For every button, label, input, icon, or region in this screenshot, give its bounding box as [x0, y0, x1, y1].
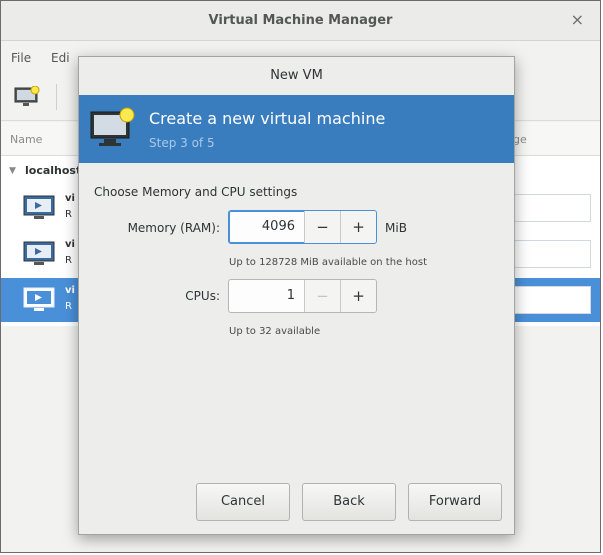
- new-vm-button[interactable]: [14, 85, 40, 108]
- cpus-label: CPUs:: [185, 289, 220, 303]
- cpu-usage-graph: [511, 286, 591, 314]
- cancel-button[interactable]: Cancel: [196, 483, 290, 521]
- main-titlebar[interactable]: Virtual Machine Manager ×: [1, 1, 600, 41]
- vm-name: vi: [65, 239, 75, 250]
- memory-value[interactable]: 4096: [229, 211, 304, 243]
- memory-spinbutton[interactable]: 4096 − +: [228, 210, 377, 244]
- vm-state: R: [65, 255, 72, 266]
- step-indicator: Step 3 of 5: [149, 136, 215, 150]
- menu-edit[interactable]: Edi: [51, 51, 70, 65]
- monitor-new-icon: [14, 85, 40, 106]
- cpus-value[interactable]: 1: [229, 280, 304, 312]
- vm-name: vi: [65, 285, 75, 296]
- vm-monitor-icon: [23, 195, 55, 221]
- column-name[interactable]: Name: [10, 133, 42, 146]
- back-button[interactable]: Back: [302, 483, 396, 521]
- cpus-decrement-button[interactable]: −: [304, 280, 340, 312]
- memory-unit: MiB: [385, 221, 407, 235]
- vm-state: R: [65, 301, 72, 312]
- vm-monitor-icon: [23, 241, 55, 267]
- column-usage[interactable]: ge: [513, 133, 527, 146]
- cpus-spinbutton[interactable]: 1 − +: [228, 279, 377, 313]
- vm-monitor-icon: [23, 287, 55, 313]
- monitor-new-icon: [89, 106, 137, 150]
- cpu-usage-graph: [511, 194, 591, 222]
- toolbar-separator: [56, 84, 57, 110]
- forward-button[interactable]: Forward: [408, 483, 502, 521]
- banner-title: Create a new virtual machine: [149, 109, 386, 128]
- new-vm-dialog: New VM Create a new virtual machine Step…: [78, 56, 515, 535]
- vm-name: vi: [65, 193, 75, 204]
- expander-icon[interactable]: ▼: [9, 166, 16, 176]
- menu-file[interactable]: File: [11, 51, 31, 65]
- memory-increment-button[interactable]: +: [340, 211, 376, 243]
- dialog-titlebar[interactable]: New VM: [79, 57, 514, 95]
- memory-hint: Up to 128728 MiB available on the host: [229, 257, 427, 268]
- cpus-increment-button[interactable]: +: [340, 280, 376, 312]
- vm-state: R: [65, 209, 72, 220]
- wizard-banner: Create a new virtual machine Step 3 of 5: [79, 95, 514, 163]
- cpu-usage-graph: [511, 240, 591, 268]
- window-title: Virtual Machine Manager: [208, 13, 393, 28]
- cpus-hint: Up to 32 available: [229, 326, 321, 337]
- memory-decrement-button[interactable]: −: [304, 211, 340, 243]
- close-icon[interactable]: ×: [571, 10, 584, 29]
- memory-label: Memory (RAM):: [127, 221, 220, 235]
- host-name: localhost: [25, 164, 82, 177]
- dialog-title: New VM: [270, 68, 323, 83]
- section-label: Choose Memory and CPU settings: [94, 185, 298, 199]
